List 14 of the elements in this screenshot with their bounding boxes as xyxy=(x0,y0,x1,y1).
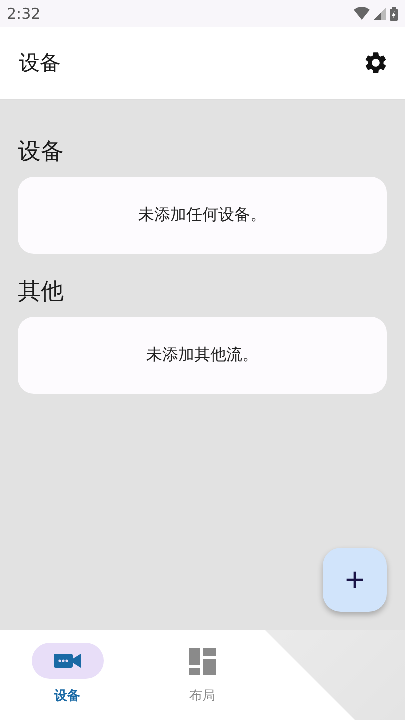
signal-icon xyxy=(374,8,386,20)
status-time: 2:32 xyxy=(7,4,41,22)
app-bar-title: 设备 xyxy=(19,50,61,77)
layout-icon xyxy=(189,648,216,674)
battery-icon xyxy=(390,6,398,20)
nav-tab[interactable]: 布局 xyxy=(135,630,270,720)
settings-icon[interactable] xyxy=(363,50,389,76)
section-heading: 设备 xyxy=(18,138,65,167)
empty-message: 未添加其他流。 xyxy=(146,345,258,366)
wifi-icon xyxy=(354,7,370,20)
empty-message: 未添加任何设备。 xyxy=(138,205,266,226)
section-heading: 其他 xyxy=(18,278,65,307)
video-camera-icon xyxy=(54,653,82,669)
nav-tab[interactable]: 设备 xyxy=(0,630,135,720)
